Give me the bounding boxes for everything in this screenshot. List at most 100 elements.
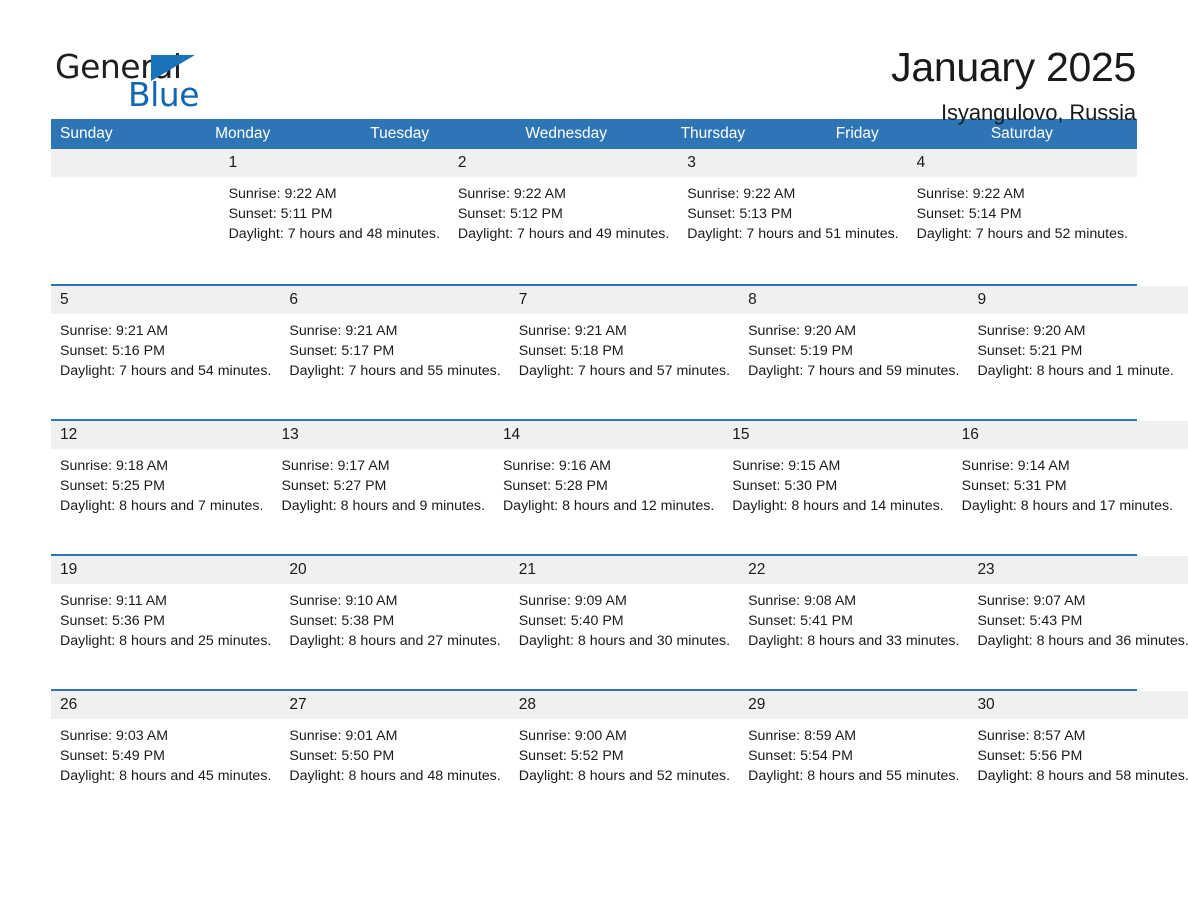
day-number-band: 2 bbox=[448, 149, 679, 177]
sunrise-text: Sunrise: 9:22 AM bbox=[228, 186, 337, 202]
day-details: Sunrise: 9:00 AM Sunset: 5:52 PM Daylight:… bbox=[510, 719, 739, 786]
day-cell[interactable]: 2 Sunrise: 9:22 AM Sunset: 5:12 PM Daylight… bbox=[448, 149, 679, 284]
sunset-text: Sunset: 5:18 PM bbox=[518, 343, 624, 359]
day-number-band: 15 bbox=[723, 421, 953, 449]
day-cell[interactable]: 15 Sunrise: 9:15 AM Sunset: 5:30 PM Dayligh… bbox=[723, 421, 953, 554]
daylight-text: Daylight: 7 hours and 57 minutes. bbox=[518, 363, 731, 379]
sunset-text: Sunset: 5:40 PM bbox=[518, 613, 624, 629]
day-cell[interactable]: 5 Sunrise: 9:21 AM Sunset: 5:16 PM Daylight… bbox=[51, 286, 281, 419]
day-details: Sunrise: 8:59 AM Sunset: 5:54 PM Daylight:… bbox=[739, 719, 968, 786]
day-cell[interactable]: 9 Sunrise: 9:20 AM Sunset: 5:21 PM Daylight… bbox=[968, 286, 1183, 419]
day-cell[interactable]: 6 Sunrise: 9:21 AM Sunset: 5:17 PM Daylight… bbox=[280, 286, 510, 419]
sunrise-text: Sunrise: 9:16 AM bbox=[502, 458, 611, 474]
daylight-text: Daylight: 8 hours and 12 minutes. bbox=[502, 498, 715, 514]
day-cell[interactable]: 29 Sunrise: 8:59 AM Sunset: 5:54 PM Dayligh… bbox=[739, 691, 969, 824]
day-cell[interactable]: 21 Sunrise: 9:09 AM Sunset: 5:40 PM Dayligh… bbox=[509, 556, 740, 689]
day-cell[interactable]: 12 Sunrise: 9:18 AM Sunset: 5:25 PM Dayligh… bbox=[51, 421, 273, 554]
daylight-text: Daylight: 7 hours and 55 minutes. bbox=[289, 363, 501, 379]
sunrise-text: Sunrise: 9:11 AM bbox=[60, 593, 167, 609]
day-number: 20 bbox=[289, 561, 307, 578]
sunset-text: Sunset: 5:41 PM bbox=[748, 613, 853, 629]
day-number-band: 8 bbox=[739, 286, 969, 314]
sunrise-text: Sunrise: 9:03 AM bbox=[60, 728, 169, 744]
day-details: Sunrise: 8:57 AM Sunset: 5:56 PM Daylight:… bbox=[968, 719, 1188, 786]
day-number-band: 9 bbox=[968, 286, 1183, 314]
day-number: 1 bbox=[228, 154, 238, 171]
day-number-band: 10 bbox=[1182, 286, 1188, 314]
day-details: Sunrise: 9:19 AMSunset: 5:22 PMDaylight:… bbox=[1183, 314, 1188, 381]
day-cell[interactable]: 30 Sunrise: 8:57 AM Sunset: 5:56 PM Dayligh… bbox=[968, 691, 1188, 824]
weekday-wednesday: Wednesday bbox=[525, 125, 607, 142]
week-row: 1 Sunrise: 9:22 AM Sunset: 5:11 PM Daylight… bbox=[51, 149, 1137, 284]
sunrise-text: Sunrise: 8:57 AM bbox=[977, 728, 1086, 744]
day-cell[interactable]: 3 Sunrise: 9:22 AM Sunset: 5:13 PM Daylight… bbox=[678, 149, 908, 284]
day-cell-empty bbox=[163, 149, 220, 284]
day-number-band: 22 bbox=[739, 556, 969, 584]
day-cell[interactable]: 1 Sunrise: 9:22 AM Sunset: 5:11 PM Daylight… bbox=[219, 149, 449, 284]
day-cell[interactable]: 26 Sunrise: 9:03 AM Sunset: 5:49 PM Dayligh… bbox=[51, 691, 281, 824]
sunrise-text: Sunrise: 9:21 AM bbox=[60, 323, 169, 339]
daylight-text: Daylight: 7 hours and 54 minutes. bbox=[60, 363, 272, 379]
daylight-text: Daylight: 8 hours and 27 minutes. bbox=[289, 633, 501, 649]
sunset-text: Sunset: 5:19 PM bbox=[748, 343, 853, 359]
day-number: 4 bbox=[916, 154, 926, 171]
daylight-text: Daylight: 8 hours and 33 minutes. bbox=[748, 633, 960, 649]
daylight-text: Daylight: 8 hours and 48 minutes. bbox=[289, 768, 501, 784]
sunset-text: Sunset: 5:17 PM bbox=[289, 343, 395, 359]
day-cell[interactable]: 7 Sunrise: 9:21 AM Sunset: 5:18 PM Daylight… bbox=[509, 286, 740, 419]
day-details: Sunrise: 9:08 AM Sunset: 5:41 PM Daylight:… bbox=[739, 584, 968, 651]
day-number: 14 bbox=[502, 426, 521, 443]
day-number: 21 bbox=[518, 561, 536, 578]
sunrise-text: Sunrise: 9:20 AM bbox=[977, 323, 1086, 339]
weekday-friday: Friday bbox=[835, 125, 879, 142]
day-cell[interactable]: 27 Sunrise: 9:01 AM Sunset: 5:50 PM Dayligh… bbox=[280, 691, 510, 824]
day-cell[interactable]: 23 Sunrise: 9:07 AM Sunset: 5:43 PM Dayligh… bbox=[968, 556, 1188, 689]
day-details: Sunrise: 9:20 AM Sunset: 5:19 PM Daylight:… bbox=[739, 314, 968, 381]
day-number-band: 3 bbox=[678, 149, 908, 177]
day-number: 22 bbox=[748, 561, 766, 578]
day-number-band: 29 bbox=[739, 691, 969, 719]
calendar-grid: Sunday Monday Tuesday Wednesday Thursday… bbox=[51, 119, 1188, 824]
day-number: 30 bbox=[977, 696, 995, 713]
day-details: Sunrise: 9:14 AM Sunset: 5:31 PM Daylight:… bbox=[953, 449, 1182, 516]
weekday-saturday: Saturday bbox=[990, 125, 1053, 142]
day-details: Sunrise: 9:22 AM Sunset: 5:13 PM Daylight:… bbox=[678, 177, 907, 244]
daylight-text: Daylight: 8 hours and 9 minutes. bbox=[281, 498, 485, 514]
day-number-band: 16 bbox=[952, 421, 1183, 449]
day-number: 27 bbox=[289, 696, 307, 713]
day-number: 23 bbox=[977, 561, 995, 578]
day-cell[interactable]: 17Sunrise: 9:13 AMSunset: 5:33 PMDayligh… bbox=[1182, 421, 1188, 554]
sunrise-text: Sunrise: 9:20 AM bbox=[748, 323, 857, 339]
sunset-text: Sunset: 5:11 PM bbox=[228, 206, 333, 222]
daylight-text: Daylight: 7 hours and 48 minutes. bbox=[228, 226, 440, 242]
day-cell[interactable]: 20 Sunrise: 9:10 AM Sunset: 5:38 PM Dayligh… bbox=[280, 556, 510, 689]
day-cell[interactable]: 22 Sunrise: 9:08 AM Sunset: 5:41 PM Dayligh… bbox=[739, 556, 969, 689]
daylight-text: Daylight: 8 hours and 55 minutes. bbox=[748, 768, 960, 784]
day-details: Sunrise: 9:22 AM Sunset: 5:12 PM Daylight:… bbox=[449, 177, 678, 244]
weekday-tuesday: Tuesday bbox=[370, 125, 430, 142]
week-row: 26 Sunrise: 9:03 AM Sunset: 5:49 PM Dayligh… bbox=[51, 689, 1188, 824]
day-cell[interactable]: 8 Sunrise: 9:20 AM Sunset: 5:19 PM Daylight… bbox=[739, 286, 969, 419]
day-number-band bbox=[51, 149, 108, 177]
sunset-text: Sunset: 5:38 PM bbox=[289, 613, 395, 629]
day-number-band: 19 bbox=[51, 556, 281, 584]
sunrise-text: Sunrise: 9:21 AM bbox=[289, 323, 398, 339]
sunrise-text: Sunrise: 9:22 AM bbox=[457, 186, 566, 202]
day-number: 6 bbox=[289, 291, 298, 308]
day-cell[interactable]: 14 Sunrise: 9:16 AM Sunset: 5:28 PM Dayligh… bbox=[493, 421, 724, 554]
day-details: Sunrise: 9:18 AM Sunset: 5:25 PM Daylight:… bbox=[51, 449, 272, 516]
daylight-text: Daylight: 8 hours and 1 minute. bbox=[977, 363, 1174, 379]
sunrise-text: Sunrise: 9:10 AM bbox=[289, 593, 398, 609]
day-cell[interactable]: 19 Sunrise: 9:11 AM Sunset: 5:36 PM Dayligh… bbox=[51, 556, 281, 689]
sunset-text: Sunset: 5:27 PM bbox=[281, 478, 387, 494]
day-cell[interactable]: 4 Sunrise: 9:22 AM Sunset: 5:14 PM Daylight… bbox=[907, 149, 1137, 284]
day-number: 15 bbox=[732, 426, 750, 443]
day-cell[interactable]: 16 Sunrise: 9:14 AM Sunset: 5:31 PM Dayligh… bbox=[952, 421, 1183, 554]
day-cell[interactable]: 10Sunrise: 9:19 AMSunset: 5:22 PMDayligh… bbox=[1182, 286, 1188, 419]
weekday-monday: Monday bbox=[215, 125, 271, 142]
sunrise-text: Sunrise: 8:59 AM bbox=[748, 728, 857, 744]
day-number: 16 bbox=[961, 426, 979, 443]
day-cell[interactable]: 28 Sunrise: 9:00 AM Sunset: 5:52 PM Dayligh… bbox=[509, 691, 740, 824]
day-cell[interactable]: 13 Sunrise: 9:17 AM Sunset: 5:27 PM Dayligh… bbox=[272, 421, 494, 554]
sunset-text: Sunset: 5:16 PM bbox=[60, 343, 165, 359]
